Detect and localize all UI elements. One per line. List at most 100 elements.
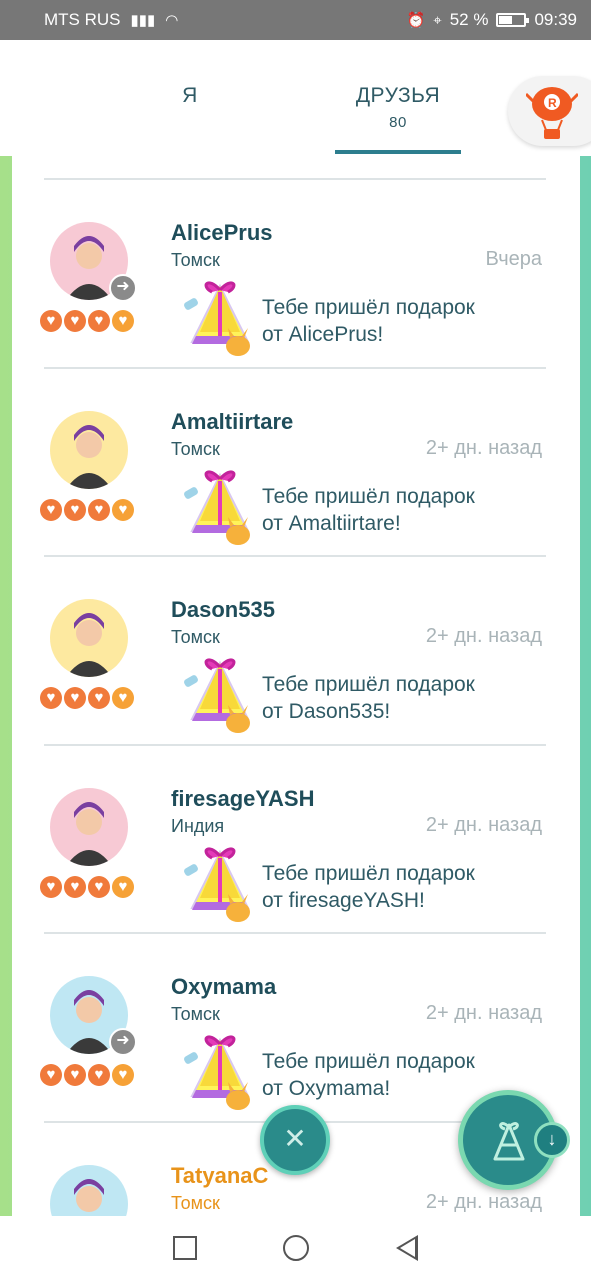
heart-icon [64, 310, 86, 332]
gift-icon [493, 1122, 525, 1161]
tab-me-label: Я [182, 84, 198, 107]
team-rocket-balloon-icon: R [526, 87, 578, 139]
carrier-label: MTS RUS [44, 10, 121, 29]
gift-message-line2: от Amaltiirtare! [262, 511, 401, 535]
heart-icon [40, 875, 62, 898]
friend-location: Томск [171, 627, 220, 647]
gift-message-line1: Тебе пришёл подарок [262, 1050, 475, 1073]
download-badge[interactable]: ↓ [534, 1122, 570, 1158]
friends-list[interactable]: ➜ AlicePrus Томск Вчера Тебе пришёл подарок о… [12, 156, 580, 1216]
avatar[interactable] [50, 787, 128, 866]
tab-friends[interactable]: ДРУЗЬЯ 80 [335, 84, 461, 131]
gift-message: Тебе пришёл подарок от firesageYASH! [262, 860, 475, 914]
alarm-icon: ⏰ [406, 12, 426, 29]
heart-icon [88, 1064, 110, 1086]
heart-icon [40, 310, 62, 332]
trade-arrow-icon: ➜ [109, 274, 137, 302]
gift-icon[interactable] [182, 465, 258, 547]
friend-location: Индия [171, 815, 225, 836]
friend-name: Dason535 [171, 597, 275, 622]
gift-message-line2: от Oxymama! [262, 1077, 391, 1100]
gift-icon[interactable] [182, 653, 258, 735]
friend-location: Томск [171, 438, 220, 459]
heart-icon [112, 498, 134, 521]
download-icon: ↓ [547, 1129, 557, 1149]
trade-arrow-icon: ➜ [109, 1028, 137, 1056]
heart-icon [88, 310, 110, 332]
location-icon: ⌖ [433, 11, 442, 29]
friends-count: 80 [389, 114, 407, 131]
heart-icon [112, 687, 134, 709]
back-button[interactable] [395, 1235, 418, 1261]
heart-icon [88, 687, 110, 709]
gift-icon[interactable] [182, 842, 258, 924]
heart-icon [40, 687, 62, 709]
friendship-level [40, 310, 134, 332]
home-button[interactable] [283, 1235, 310, 1261]
gift-time: 2+ дн. назад [425, 625, 542, 647]
gift-time: 2+ дн. назад [425, 813, 542, 836]
friend-name: Amaltiirtare [171, 408, 294, 434]
friend-location: Томск [171, 1192, 220, 1213]
friend-name: firesageYASH [171, 785, 315, 811]
gift-message-line2: от Dason535! [262, 700, 391, 723]
gift-message: Тебе пришёл подарок от Oxymama! [262, 1048, 475, 1102]
heart-icon [88, 875, 110, 898]
gift-message: Тебе пришёл подарок от Dason535! [262, 671, 475, 725]
close-icon: ✕ [283, 1123, 307, 1154]
gift-message: Тебе пришёл подарок от AlicePrus! [262, 294, 475, 348]
heart-icon [112, 875, 134, 898]
gift-message-line2: от AlicePrus! [262, 323, 384, 346]
gift-time: 2+ дн. назад [425, 436, 542, 459]
gift-icon[interactable] [182, 276, 258, 358]
heart-icon [88, 498, 110, 521]
friend-row[interactable]: ➜ AlicePrus Томск Вчера Тебе пришёл подарок о… [12, 180, 580, 368]
heart-icon [112, 1064, 134, 1086]
status-bar: MTS RUS ▮▮▮ ◠ ⏰ ⌖ 52 % 09:39 [0, 0, 591, 40]
avatar[interactable] [50, 1164, 128, 1216]
gift-message-line1: Тебе пришёл подарок [262, 673, 475, 696]
friend-location: Томск [171, 250, 220, 270]
friendship-level [40, 498, 134, 521]
avatar[interactable] [50, 410, 128, 489]
friend-name: AlicePrus [171, 220, 273, 245]
friend-row[interactable]: Dason535 Томск 2+ дн. назад Тебе пришёл под… [12, 557, 580, 745]
wifi-icon: ◠ [165, 12, 179, 29]
gift-time: 2+ дн. назад [425, 1190, 542, 1213]
friend-row[interactable]: Amaltiirtare Томск 2+ дн. назад Тебе пришёл… [12, 369, 580, 557]
gift-message-line2: от firesageYASH! [262, 888, 425, 912]
heart-icon [64, 1064, 86, 1086]
gift-message-line1: Тебе пришёл подарок [262, 296, 475, 319]
friendship-level [40, 687, 134, 709]
gift-time: 2+ дн. назад [425, 1002, 542, 1024]
heart-icon [40, 498, 62, 521]
heart-icon [40, 1064, 62, 1086]
tab-me[interactable]: Я [130, 84, 250, 108]
friendship-level [40, 875, 134, 898]
friend-name: TatyanaC [171, 1162, 269, 1188]
heart-icon [112, 310, 134, 332]
tab-friends-label: ДРУЗЬЯ [355, 84, 441, 107]
avatar[interactable] [50, 599, 128, 677]
friend-name: Oxymama [171, 974, 277, 999]
system-nav-bar [0, 1216, 591, 1280]
heart-icon [64, 498, 86, 521]
header: Я ДРУЗЬЯ 80 R [0, 40, 591, 156]
svg-text:R: R [548, 96, 557, 110]
recent-apps-button[interactable] [173, 1236, 198, 1260]
team-rocket-balloon-button[interactable]: R [508, 76, 591, 146]
gift-icon[interactable] [182, 1030, 258, 1112]
heart-icon [64, 687, 86, 709]
signal-icon: ▮▮▮ [130, 12, 156, 29]
friendship-level [40, 1064, 134, 1086]
gift-message-line1: Тебе пришёл подарок [262, 484, 475, 508]
gift-time: Вчера [485, 248, 542, 270]
friend-location: Томск [171, 1004, 220, 1024]
active-tab-indicator [335, 150, 461, 154]
friend-row[interactable]: firesageYASH Индия 2+ дн. назад Тебе пришёл… [12, 746, 580, 934]
gift-message: Тебе пришёл подарок от Amaltiirtare! [262, 483, 475, 537]
close-button[interactable]: ✕ [260, 1105, 330, 1175]
clock: 09:39 [534, 10, 577, 29]
battery-icon [496, 13, 530, 27]
gift-message-line1: Тебе пришёл подарок [262, 861, 475, 885]
